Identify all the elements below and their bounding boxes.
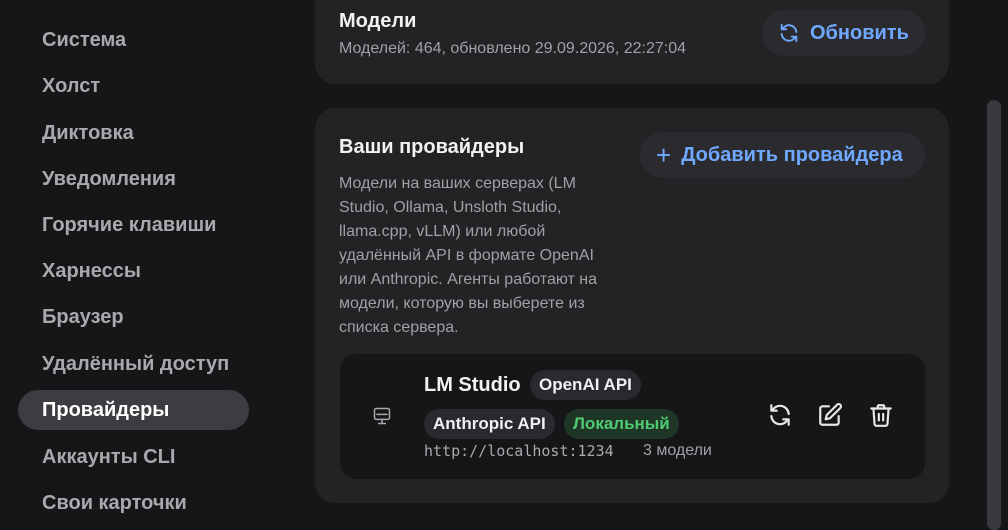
- provider-model-count: 3 модели: [643, 442, 712, 459]
- models-title: Модели: [339, 10, 417, 32]
- main-scrollbar[interactable]: [987, 100, 1001, 530]
- edit-provider-icon[interactable]: [817, 402, 843, 428]
- models-status: Моделей: 464, обновлено 29.09.2026, 22:2…: [339, 40, 686, 57]
- providers-title: Ваши провайдеры: [339, 136, 525, 158]
- sidebar-item-harnesses[interactable]: Харнессы: [18, 251, 249, 291]
- provider-row: LM Studio OpenAI API Anthropic API Локал…: [340, 354, 925, 479]
- refresh-models-label: Обновить: [810, 21, 909, 44]
- sidebar-item-remote-access[interactable]: Удалённый доступ: [18, 344, 249, 384]
- add-provider-label: Добавить провайдера: [681, 143, 903, 166]
- sidebar-item-notifications[interactable]: Уведомления: [18, 159, 249, 199]
- sidebar-item-providers[interactable]: Провайдеры: [18, 390, 249, 430]
- monitor-icon: [373, 407, 391, 425]
- sidebar-item-hotkeys[interactable]: Горячие клавиши: [18, 205, 249, 245]
- delete-provider-icon[interactable]: [868, 402, 894, 428]
- sidebar-item-custom-cards[interactable]: Свои карточки: [18, 483, 249, 523]
- sidebar-item-canvas[interactable]: Холст: [18, 66, 249, 106]
- sidebar-item-browser[interactable]: Браузер: [18, 297, 249, 337]
- sidebar-item-system[interactable]: Система: [18, 20, 249, 60]
- providers-description: Модели на ваших серверах (LM Studio, Oll…: [339, 175, 598, 336]
- provider-url: http://localhost:1234: [424, 442, 614, 460]
- models-card: Модели Моделей: 464, обновлено 29.09.202…: [315, 0, 949, 84]
- sidebar-item-cli-accounts[interactable]: Аккаунты CLI: [18, 437, 249, 477]
- plus-icon: +: [656, 140, 672, 170]
- refresh-provider-icon[interactable]: [767, 402, 793, 428]
- provider-name: LM Studio: [424, 374, 521, 396]
- status-badge-local: Локальный: [564, 409, 679, 439]
- sidebar-item-dictation[interactable]: Диктовка: [18, 113, 249, 153]
- refresh-models-button[interactable]: Обновить: [762, 10, 925, 56]
- tag-openai-api: OpenAI API: [530, 370, 641, 400]
- tag-anthropic-api: Anthropic API: [424, 409, 555, 439]
- refresh-icon: [780, 23, 798, 43]
- providers-card: Ваши провайдеры Модели на ваших серверах…: [315, 108, 949, 503]
- settings-sidebar: Система Холст Диктовка Уведомления Горяч…: [0, 0, 290, 520]
- add-provider-button[interactable]: + Добавить провайдера: [640, 132, 925, 178]
